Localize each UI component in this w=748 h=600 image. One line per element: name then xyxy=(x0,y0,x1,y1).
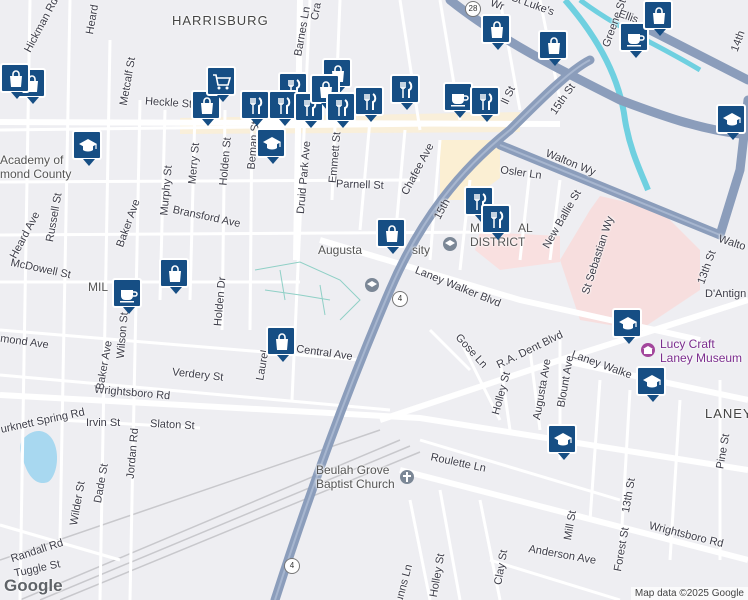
area-medical-district-al: AL xyxy=(518,221,533,235)
shopping-pin[interactable] xyxy=(266,326,296,362)
bag-icon xyxy=(10,70,22,87)
restaurant-pin[interactable] xyxy=(481,204,511,240)
fork-knife-icon xyxy=(336,99,349,116)
museum-place-icon[interactable] xyxy=(641,343,655,357)
fork-knife-icon xyxy=(250,97,263,114)
shopping-pin[interactable] xyxy=(376,218,406,254)
bag-icon xyxy=(653,7,665,24)
academy-label-2: mond County xyxy=(0,167,72,181)
school-pin[interactable] xyxy=(547,424,577,460)
shopping-pin[interactable] xyxy=(0,63,30,99)
university-place-icon-2[interactable] xyxy=(443,237,457,251)
fork-knife-icon xyxy=(491,211,504,228)
academy-label-1: Academy of xyxy=(0,153,64,167)
restaurant-pin[interactable] xyxy=(354,86,384,122)
shopping-pin[interactable] xyxy=(481,14,511,50)
shopping-pin[interactable] xyxy=(538,30,568,66)
fork-knife-icon xyxy=(480,93,493,110)
bag-icon xyxy=(548,37,560,54)
school-icon xyxy=(554,433,572,446)
bag-icon xyxy=(386,225,398,242)
school-icon xyxy=(619,317,637,330)
church-place-icon[interactable] xyxy=(400,470,414,484)
cup-icon xyxy=(451,94,469,107)
bag-icon xyxy=(276,333,288,350)
restaurant-pin[interactable] xyxy=(326,92,356,128)
school-icon xyxy=(723,113,741,126)
map-canvas[interactable]: 28 4 4 HARRISBURG LANEY MIL M AL DISTRIC… xyxy=(0,0,748,600)
fork-knife-icon xyxy=(364,93,377,110)
cafe-pin[interactable] xyxy=(112,278,142,314)
route-4-shield: 4 xyxy=(392,291,408,307)
school-icon xyxy=(263,137,281,150)
route-4-shield-south: 4 xyxy=(284,558,300,574)
area-medical-district-m: M xyxy=(470,221,480,235)
cafe-pin[interactable] xyxy=(443,82,473,118)
bag-icon xyxy=(169,265,181,282)
area-milledgeville: MIL xyxy=(88,280,109,294)
area-laney: LANEY xyxy=(705,406,748,421)
augusta-university-label-b: sity xyxy=(412,243,430,257)
bag-icon xyxy=(491,21,503,38)
map-attribution[interactable]: Map data ©2025 Google xyxy=(630,587,748,600)
bag-icon xyxy=(201,97,213,114)
area-harrisburg: HARRISBURG xyxy=(172,13,269,28)
shopping-pin[interactable] xyxy=(159,258,189,294)
google-logo: Google xyxy=(4,576,63,595)
route-28-shield: 28 xyxy=(465,1,481,17)
beulah-grove-label-1: Beulah Grove xyxy=(316,463,390,477)
cup-icon xyxy=(627,34,645,47)
cup-icon xyxy=(120,290,138,303)
school-icon xyxy=(79,139,97,152)
street-irvin: Irvin St xyxy=(86,417,121,429)
cart-icon xyxy=(213,74,232,90)
school-pin[interactable] xyxy=(612,308,642,344)
lake xyxy=(20,430,58,484)
augusta-university-label-a: Augusta xyxy=(318,243,363,257)
shopping-pin[interactable] xyxy=(643,0,673,36)
park-paths xyxy=(254,261,361,321)
lucy-craft-label-1: Lucy Craft xyxy=(660,337,715,351)
university-place-icon[interactable] xyxy=(365,278,379,292)
school-pin[interactable] xyxy=(72,130,102,166)
beulah-grove-label-2: Baptist Church xyxy=(316,477,395,491)
school-pin[interactable] xyxy=(636,366,666,402)
school-pin[interactable] xyxy=(716,104,746,140)
school-pin[interactable] xyxy=(256,128,286,164)
fork-knife-icon xyxy=(278,97,291,114)
street-slaton: Slaton St xyxy=(149,417,195,433)
grocery-pin[interactable] xyxy=(206,66,236,102)
restaurant-pin[interactable] xyxy=(240,90,270,126)
restaurant-pin[interactable] xyxy=(390,74,420,110)
street-dantign: D'Antign xyxy=(705,288,747,300)
street-parnell: Parnell St xyxy=(335,178,384,192)
fork-knife-icon xyxy=(400,81,413,98)
lucy-craft-label-2: Laney Museum xyxy=(660,351,743,365)
school-icon xyxy=(643,375,661,388)
restaurant-pin[interactable] xyxy=(470,86,500,122)
